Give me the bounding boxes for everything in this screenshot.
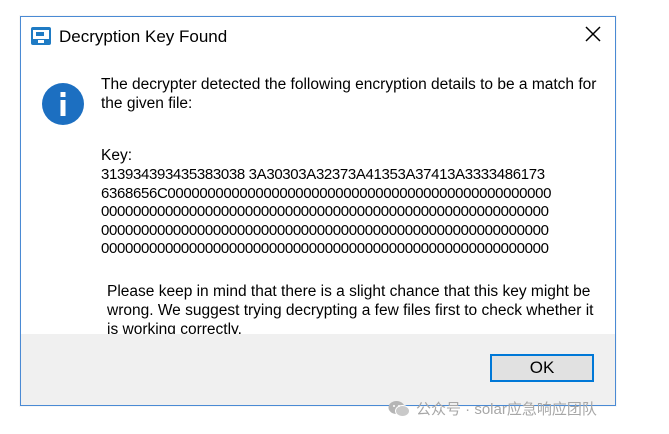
key-line-1: 313934393435383038 3A30303A32373A41353A3… xyxy=(101,166,545,183)
key-line-5: 0000000000000000000000000000000000000000… xyxy=(101,240,549,257)
watermark-text: 公众号 · solar应急响应团队 xyxy=(416,401,597,418)
dialog-titlebar[interactable]: Decryption Key Found xyxy=(21,17,615,56)
key-line-4: 0000000000000000000000000000000000000000… xyxy=(101,221,549,239)
key-line-3: 0000000000000000000000000000000000000000… xyxy=(101,203,549,220)
encryption-key-value: 313934393435383038 3A30303A32373A41353A3… xyxy=(101,166,551,259)
app-window-icon xyxy=(31,27,51,45)
close-icon xyxy=(585,26,601,47)
close-button[interactable] xyxy=(571,17,615,56)
wechat-icon xyxy=(388,400,410,418)
ok-button[interactable]: OK xyxy=(490,354,594,382)
dialog-message: The decrypter detected the following enc… xyxy=(101,76,597,112)
key-label: Key: xyxy=(101,147,133,164)
watermark: 公众号 · solar应急响应团队 xyxy=(388,398,597,419)
dialog-footer: OK xyxy=(21,334,615,405)
info-icon xyxy=(41,82,85,126)
key-line-2: 6368656C00000000000000000000000000000000… xyxy=(101,184,552,202)
dialog-title: Decryption Key Found xyxy=(59,27,228,46)
dialog-content: The decrypter detected the following enc… xyxy=(21,56,615,338)
warning-message: Please keep in mind that there is a slig… xyxy=(107,283,594,338)
page: Decryption Key Found The decrypter detec… xyxy=(0,0,669,434)
decryption-key-dialog: Decryption Key Found The decrypter detec… xyxy=(20,16,616,406)
